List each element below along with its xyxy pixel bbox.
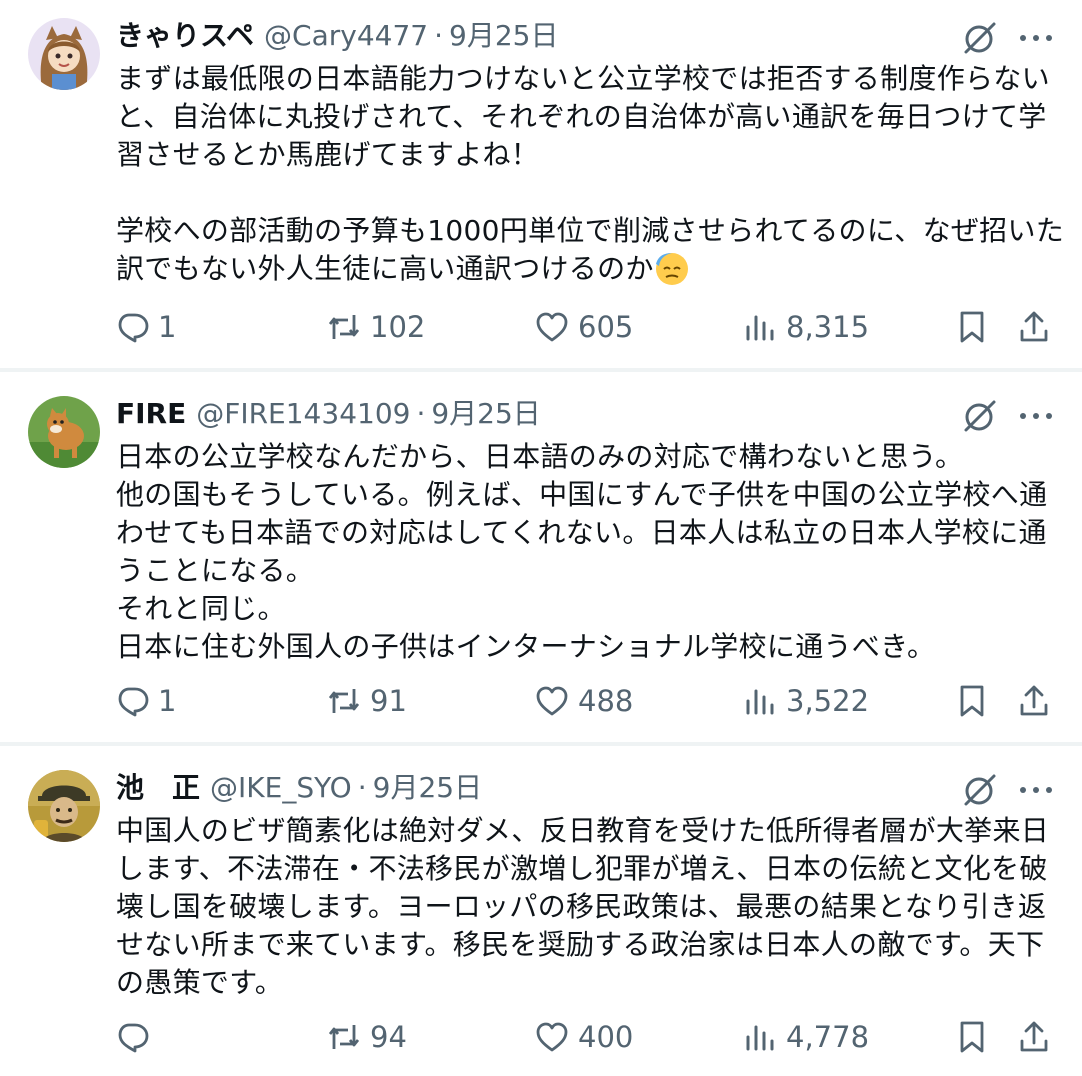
- views-count: 4,778: [786, 1020, 870, 1054]
- like-button[interactable]: 605: [534, 302, 633, 352]
- heart-icon: [536, 312, 568, 342]
- repost-count: 102: [370, 310, 426, 344]
- tweet-header: FIRE @FIRE1434109 · 9月25日: [116, 392, 541, 436]
- views-icon: [746, 1025, 774, 1051]
- downcast-face-with-sweat-icon: [655, 253, 688, 285]
- more-icon[interactable]: [1014, 396, 1058, 436]
- separator-dot: ·: [357, 771, 367, 804]
- reply-button[interactable]: 1: [114, 302, 176, 352]
- bookmark-button[interactable]: [954, 676, 990, 726]
- share-button[interactable]: [1016, 676, 1052, 726]
- share-button[interactable]: [1016, 1012, 1052, 1062]
- share-button[interactable]: [1016, 302, 1052, 352]
- repost-button[interactable]: 94: [326, 1012, 407, 1062]
- repost-button[interactable]: 102: [326, 302, 425, 352]
- share-icon: [1020, 311, 1048, 342]
- tweet[interactable]: 池 正 @IKE_SYO · 9月25日 中国人のビザ簡素化は絶対ダメ、反日教育…: [0, 746, 1082, 1076]
- avatar[interactable]: [28, 396, 100, 468]
- reply-icon: [118, 1023, 149, 1053]
- bookmark-icon: [960, 685, 984, 717]
- avatar[interactable]: [28, 18, 100, 90]
- tweet-actions: 1 91 488 3,522: [0, 676, 1082, 726]
- bookmark-button[interactable]: [954, 1012, 990, 1062]
- more-icon[interactable]: [1014, 18, 1058, 58]
- views-button[interactable]: 8,315: [742, 302, 869, 352]
- display-name[interactable]: FIRE: [116, 392, 186, 436]
- views-count: 3,522: [786, 684, 870, 718]
- tweet-text: 中国人のビザ簡素化は絶対ダメ、反日教育を受けた低所得者層が大挙来日します、不法滞…: [116, 814, 1050, 999]
- tweet-text: 日本の公立学校なんだから、日本語のみの対応で構わないと思う。 他の国もそうしてい…: [116, 440, 1048, 663]
- user-handle[interactable]: @IKE_SYO: [210, 766, 352, 810]
- tweet-date[interactable]: 9月25日: [373, 766, 482, 810]
- user-handle[interactable]: @Cary4477: [264, 14, 428, 58]
- tweet-date[interactable]: 9月25日: [431, 392, 540, 436]
- repost-icon: [328, 315, 360, 339]
- avatar[interactable]: [28, 770, 100, 842]
- repost-count: 91: [370, 684, 407, 718]
- reply-button[interactable]: 1: [114, 676, 176, 726]
- repost-count: 94: [370, 1020, 407, 1054]
- repost-button[interactable]: 91: [326, 676, 407, 726]
- bookmark-button[interactable]: [954, 302, 990, 352]
- views-button[interactable]: 4,778: [742, 1012, 869, 1062]
- like-count: 488: [578, 684, 634, 718]
- grok-icon[interactable]: [960, 770, 1000, 810]
- tweet-text-content: まずは最低限の日本語能力つけないと公立学校では拒否する制度作らないと、自治体に丸…: [116, 62, 1065, 285]
- heart-icon: [536, 686, 568, 716]
- more-icon[interactable]: [1014, 770, 1058, 810]
- reply-icon: [118, 313, 149, 343]
- tweet-actions: 94 400 4,778: [0, 1012, 1082, 1062]
- tweet-date[interactable]: 9月25日: [449, 14, 558, 58]
- tweet[interactable]: きゃりスペ @Cary4477 · 9月25日 まずは最低限の日本語能力つけない…: [0, 0, 1082, 368]
- reply-count: 1: [158, 684, 177, 718]
- heart-icon: [536, 1022, 568, 1052]
- reply-feed: きゃりスペ @Cary4477 · 9月25日 まずは最低限の日本語能力つけない…: [0, 0, 1082, 1076]
- grok-icon[interactable]: [960, 396, 1000, 436]
- repost-icon: [328, 689, 360, 713]
- grok-icon[interactable]: [960, 18, 1000, 58]
- like-count: 400: [578, 1020, 634, 1054]
- like-count: 605: [578, 310, 634, 344]
- separator-dot: ·: [434, 19, 444, 52]
- bookmark-icon: [960, 1021, 984, 1053]
- like-button[interactable]: 488: [534, 676, 633, 726]
- display-name[interactable]: きゃりスペ: [116, 14, 254, 58]
- share-icon: [1020, 685, 1048, 716]
- tweet-actions: 1 102 605 8,315: [0, 302, 1082, 352]
- separator-dot: ·: [416, 397, 426, 430]
- tweet-header: きゃりスペ @Cary4477 · 9月25日: [116, 14, 558, 58]
- share-icon: [1020, 1021, 1048, 1052]
- tweet-text: まずは最低限の日本語能力つけないと公立学校では拒否する制度作らないと、自治体に丸…: [116, 60, 1066, 288]
- display-name[interactable]: 池 正: [116, 766, 200, 810]
- user-handle[interactable]: @FIRE1434109: [196, 392, 410, 436]
- bookmark-icon: [960, 311, 984, 343]
- views-icon: [746, 689, 774, 715]
- repost-icon: [328, 1025, 360, 1049]
- reply-icon: [118, 687, 149, 717]
- reply-button[interactable]: [114, 1012, 158, 1062]
- like-button[interactable]: 400: [534, 1012, 633, 1062]
- views-count: 8,315: [786, 310, 870, 344]
- tweet[interactable]: FIRE @FIRE1434109 · 9月25日 日本の公立学校なんだから、日…: [0, 372, 1082, 740]
- views-button[interactable]: 3,522: [742, 676, 869, 726]
- views-icon: [746, 315, 774, 341]
- tweet-header: 池 正 @IKE_SYO · 9月25日: [116, 766, 482, 810]
- reply-count: 1: [158, 310, 177, 344]
